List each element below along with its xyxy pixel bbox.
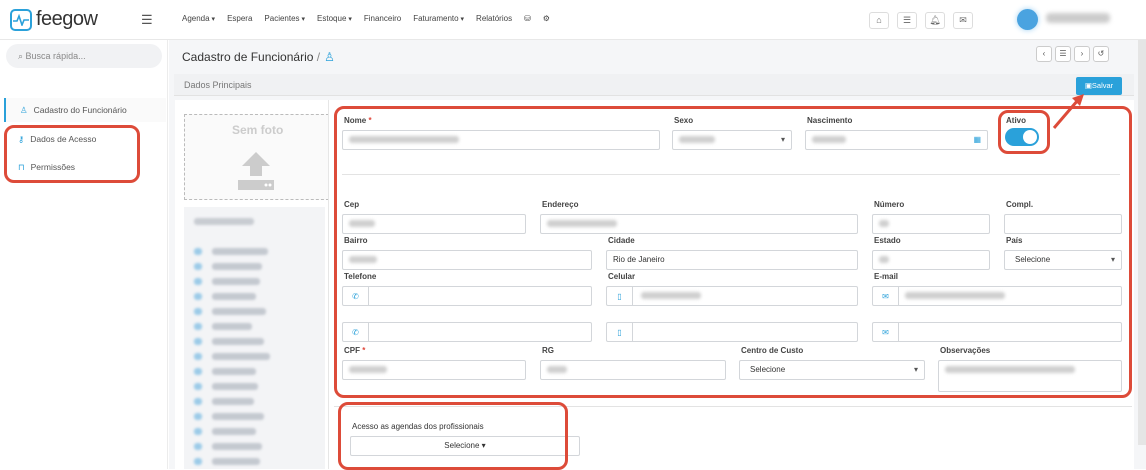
gear-icon[interactable]: ⚙ <box>543 14 550 23</box>
title-buttons: ‹ ☰ › ↺ <box>1036 46 1109 62</box>
person-icon: ♙ <box>324 50 335 64</box>
upload-icon[interactable] <box>236 150 276 192</box>
list-item-icon <box>194 398 202 405</box>
top-icons: ⌂ ☰ 🔔︎ ✉ <box>869 12 973 29</box>
list-item <box>212 398 254 405</box>
list-item <box>212 338 264 345</box>
list-item-icon <box>194 383 202 390</box>
top-bar <box>0 0 1146 40</box>
photo-label: Sem foto <box>232 123 284 137</box>
highlight-acesso <box>338 402 568 470</box>
title-separator: / <box>316 50 321 64</box>
list-icon[interactable]: ☰ <box>1055 46 1071 62</box>
list-item-icon <box>194 353 202 360</box>
avatar[interactable] <box>1017 9 1038 30</box>
list-item-icon <box>194 443 202 450</box>
search-icon: ⌕ <box>18 51 26 61</box>
list-icon[interactable]: ☰ <box>897 12 917 29</box>
section-title: Dados Principais <box>184 80 252 90</box>
prev-icon[interactable]: ‹ <box>1036 46 1052 62</box>
highlight-sidebar <box>4 125 140 183</box>
person-icon: ♙ <box>20 105 28 115</box>
list-item <box>212 293 256 300</box>
nav-espera[interactable]: Espera <box>227 14 252 23</box>
list-item-icon <box>194 293 202 300</box>
list-item <box>212 428 256 435</box>
list-item <box>212 278 260 285</box>
list-item <box>212 263 262 270</box>
list-item-icon <box>194 263 202 270</box>
list-item <box>194 218 254 225</box>
list-item <box>212 443 262 450</box>
logo[interactable]: feegow <box>10 8 98 31</box>
user-name[interactable] <box>1046 13 1110 23</box>
arrow-annotation <box>1052 94 1084 129</box>
list-item <box>212 248 268 255</box>
list-item <box>212 368 256 375</box>
list-item <box>212 383 258 390</box>
list-item-icon <box>194 338 202 345</box>
list-item-icon <box>194 323 202 330</box>
list-item-icon <box>194 308 202 315</box>
pulse-icon <box>10 8 32 31</box>
list-item <box>212 323 252 330</box>
inbox-icon[interactable]: ⌂ <box>869 12 889 29</box>
page-title: Cadastro de Funcionário / ♙ <box>182 50 335 64</box>
search-input[interactable]: ⌕ Busca rápida... <box>6 44 162 68</box>
save-icon: ▣ <box>1084 81 1092 90</box>
list-item <box>212 458 260 465</box>
list-item <box>212 413 264 420</box>
save-label: Salvar <box>1091 81 1114 90</box>
list-item-icon <box>194 248 202 255</box>
list-item-icon <box>194 413 202 420</box>
nav-agenda[interactable]: Agenda <box>182 14 215 23</box>
search-placeholder: Busca rápida... <box>25 51 86 61</box>
nav-pacientes[interactable]: Pacientes <box>264 14 305 23</box>
page-title-text: Cadastro de Funcionário <box>182 50 314 64</box>
list-item-icon <box>194 278 202 285</box>
nav-faturamento[interactable]: Faturamento <box>413 14 464 23</box>
next-icon[interactable]: › <box>1074 46 1090 62</box>
list-item <box>212 308 266 315</box>
section-bar <box>174 74 1134 96</box>
scrollbar[interactable] <box>1138 40 1146 445</box>
list-item <box>212 353 270 360</box>
history-icon[interactable]: ↺ <box>1093 46 1109 62</box>
chat-icon[interactable]: ✉ <box>953 12 973 29</box>
nav-estoque[interactable]: Estoque <box>317 14 352 23</box>
hamburger-icon[interactable]: ☰ <box>141 12 153 28</box>
bell-icon[interactable]: 🔔︎ <box>925 12 945 29</box>
main-nav: Agenda Espera Pacientes Estoque Financei… <box>182 14 550 23</box>
logo-text: feegow <box>36 8 98 30</box>
sidebar-item-label: Cadastro do Funcionário <box>33 105 127 115</box>
list-item-icon <box>194 428 202 435</box>
nav-relatorios[interactable]: Relatórios <box>476 14 512 23</box>
column-divider <box>328 100 329 469</box>
list-item-icon <box>194 458 202 465</box>
list-item-icon <box>194 368 202 375</box>
nav-financeiro[interactable]: Financeiro <box>364 14 401 23</box>
database-icon[interactable]: ⛁ <box>524 14 531 23</box>
highlight-ativo <box>998 110 1050 154</box>
sidebar-item-cadastro[interactable]: ♙ Cadastro do Funcionário <box>4 98 166 122</box>
